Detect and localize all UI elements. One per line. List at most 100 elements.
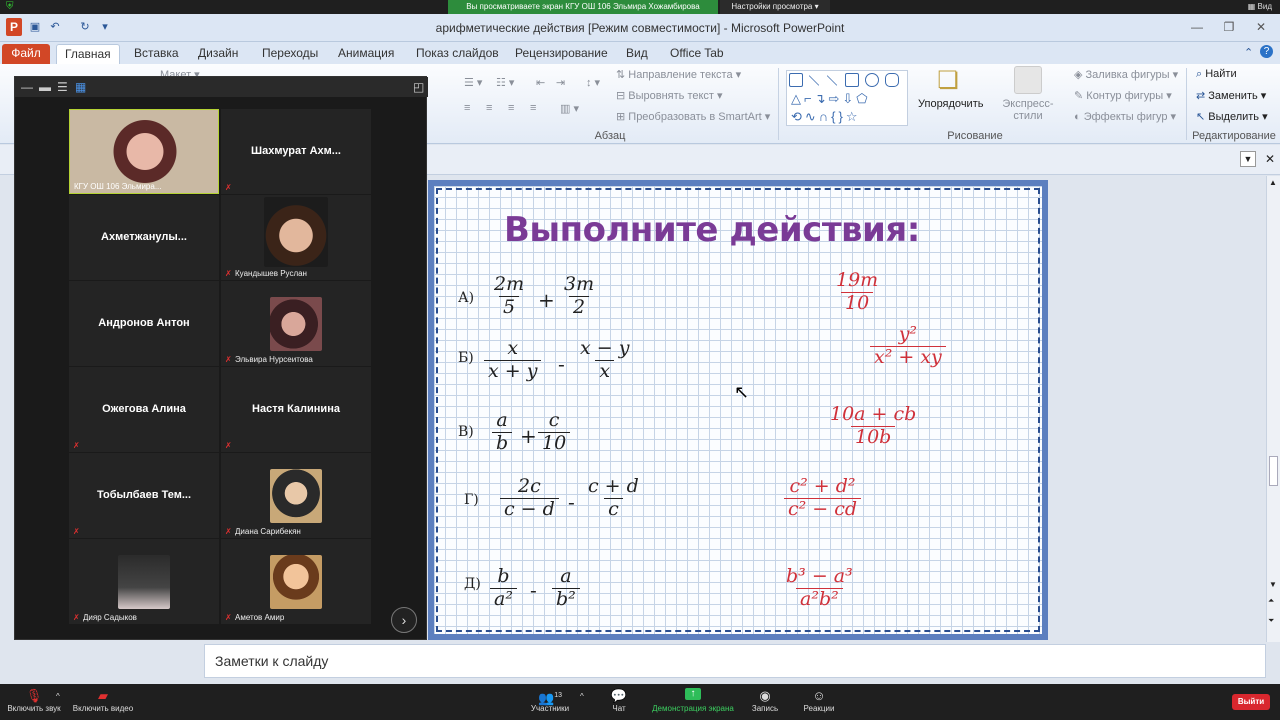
align-text-button[interactable]: ⊟ Выровнять текст ▾ xyxy=(616,89,723,102)
participant-tile[interactable]: ✗ Эльвира Нурсеитова xyxy=(221,281,371,366)
find-button[interactable]: ⌕ Найти xyxy=(1196,68,1237,81)
chat-button[interactable]: 💬 Чат xyxy=(604,688,634,713)
previous-slide-icon[interactable]: ⏶ xyxy=(1268,596,1274,606)
participant-name: Дияр Садыков xyxy=(83,613,137,622)
shape-outline-button[interactable]: ✎ Контур фигуры ▾ xyxy=(1074,89,1172,102)
tab-design[interactable]: Дизайн xyxy=(190,44,246,64)
close-document-icon[interactable]: ✕ xyxy=(1262,151,1278,167)
text-direction-button[interactable]: ⇅ Направление текста ▾ xyxy=(616,68,741,81)
muted-mic-icon: 🎙 xyxy=(25,688,43,703)
rounded-rect-shape-icon[interactable] xyxy=(885,73,899,87)
replace-button[interactable]: ⇄ Заменить ▾ xyxy=(1196,89,1266,102)
participant-video xyxy=(270,555,322,609)
participant-tile[interactable]: КГУ ОШ 106 Эльмира... xyxy=(69,109,219,194)
align-text-icon: ⊟ xyxy=(616,90,629,102)
bullets-icon[interactable]: ☰ ▾ xyxy=(464,76,482,89)
unmute-button[interactable]: 🎙 Включить звук xyxy=(4,688,64,713)
participant-tile[interactable]: Шахмурат Ахм... ✗ xyxy=(221,109,371,194)
operator: - xyxy=(568,490,575,514)
participants-button[interactable]: 👥13 Участники xyxy=(526,688,574,713)
notes-placeholder: Заметки к слайду xyxy=(215,653,329,669)
decrease-indent-icon[interactable]: ⇤ xyxy=(536,76,545,89)
close-icon[interactable]: ✕ xyxy=(1252,20,1270,36)
minimize-gallery-icon[interactable]: — xyxy=(21,80,33,94)
participant-tile[interactable]: Ожегова Алина ✗ xyxy=(69,367,219,452)
next-slide-icon[interactable]: ⏷ xyxy=(1268,616,1274,626)
select-button[interactable]: ↖ Выделить ▾ xyxy=(1196,110,1268,123)
tab-office-tab[interactable]: Office Tab xyxy=(662,44,732,64)
justify-icon[interactable]: ≡ xyxy=(530,102,536,114)
numbering-icon[interactable]: ☷ ▾ xyxy=(496,76,514,89)
minimize-icon[interactable]: — xyxy=(1188,20,1206,36)
record-button[interactable]: ◉ Запись xyxy=(748,688,782,713)
answer-fraction: y² x² + xy xyxy=(870,323,946,369)
tab-home[interactable]: Главная xyxy=(56,44,120,64)
tab-transitions[interactable]: Переходы xyxy=(254,44,326,64)
help-icon[interactable]: ? xyxy=(1260,45,1273,58)
oval-shape-icon[interactable] xyxy=(865,73,879,87)
participant-tile[interactable]: Настя Калинина ✗ xyxy=(221,367,371,452)
participants-label: Участники xyxy=(530,704,570,713)
align-left-icon[interactable]: ≡ xyxy=(464,102,470,114)
shape-fill-button[interactable]: ◈ Заливка фигуры ▾ xyxy=(1074,68,1178,81)
align-center-icon[interactable]: ≡ xyxy=(486,102,492,114)
align-right-icon[interactable]: ≡ xyxy=(508,102,514,114)
columns-icon[interactable]: ▥ ▾ xyxy=(560,102,579,115)
participant-name: Диана Сарибекян xyxy=(235,527,301,536)
tab-view[interactable]: Вид xyxy=(618,44,656,64)
audio-options-icon[interactable]: ^ xyxy=(56,692,60,701)
vertical-scrollbar[interactable]: ▲ ▼ ⏶ ⏷ xyxy=(1266,176,1280,642)
participant-tile[interactable]: ✗ Дияр Садыков xyxy=(69,539,219,624)
smartart-button[interactable]: ⊞ Преобразовать в SmartArt ▾ xyxy=(616,110,770,123)
tab-review[interactable]: Рецензирование xyxy=(507,44,616,64)
shapes-gallery[interactable]: △⌐↴⇨⇩⬠ ⟲∿∩{}☆ xyxy=(786,70,908,126)
scroll-thumb[interactable] xyxy=(1269,456,1278,486)
shapes-row-3-icon[interactable]: ⟲∿∩{}☆ xyxy=(791,109,860,125)
participant-tile[interactable]: ✗ Аметов Амир xyxy=(221,539,371,624)
collapse-ribbon-icon[interactable]: ⌃ xyxy=(1244,46,1253,59)
participant-tile[interactable]: ✗ Диана Сарибекян xyxy=(221,453,371,538)
zoom-gallery-window[interactable]: — ▬ ☰ ▦ ◰ КГУ ОШ 106 Эльмира... Шахмурат… xyxy=(14,76,428,640)
scroll-down-icon[interactable]: ▼ xyxy=(1269,580,1277,589)
shape-effects-button[interactable]: ◐ Эффекты фигур ▾ xyxy=(1074,110,1176,123)
view-settings-button[interactable]: Настройки просмотра ▾ xyxy=(720,0,830,14)
restore-icon[interactable]: ❐ xyxy=(1220,20,1238,36)
textbox-shape-icon[interactable] xyxy=(789,73,803,87)
participant-tile[interactable]: Андронов Антон xyxy=(69,281,219,366)
participant-video xyxy=(264,197,328,267)
next-page-button[interactable]: › xyxy=(391,607,417,633)
tab-list-dropdown-icon[interactable]: ▼ xyxy=(1240,151,1256,167)
numerator: a xyxy=(560,565,572,587)
arrange-button[interactable]: ❏ Упорядочить xyxy=(918,66,983,110)
tab-insert[interactable]: Вставка xyxy=(126,44,187,64)
tab-file[interactable]: Файл xyxy=(2,44,50,64)
notes-pane[interactable]: Заметки к слайду xyxy=(204,644,1266,678)
quick-styles-button[interactable]: Экспресс-стили xyxy=(988,66,1068,122)
participants-options-icon[interactable]: ^ xyxy=(580,692,584,701)
share-screen-button[interactable]: ↑ Демонстрация экрана xyxy=(648,688,738,713)
strip-view-icon[interactable]: ☰ xyxy=(57,80,68,94)
participant-tile[interactable]: ✗ Куандышев Руслан xyxy=(221,195,371,280)
shapes-row-2-icon[interactable]: △⌐↴⇨⇩⬠ xyxy=(791,91,871,107)
participant-tile[interactable]: Тобылбаев Тем... ✗ xyxy=(69,453,219,538)
view-button[interactable]: ▦ Вид xyxy=(1248,0,1272,14)
gallery-view-icon[interactable]: ▦ xyxy=(75,80,86,94)
exit-fullscreen-icon[interactable]: ◰ xyxy=(413,80,424,94)
line-shape-icon[interactable] xyxy=(808,75,820,86)
tab-slideshow[interactable]: Показ слайдов xyxy=(408,44,507,64)
single-view-icon[interactable]: ▬ xyxy=(39,80,51,94)
chevron-right-icon: › xyxy=(401,612,407,628)
scroll-up-icon[interactable]: ▲ xyxy=(1269,178,1277,187)
group-separator xyxy=(1186,68,1187,140)
line-spacing-icon[interactable]: ↕ ▾ xyxy=(586,76,600,89)
slide[interactable]: Выполните действия: А) Б) В) Г) Д) 2m 5 +… xyxy=(428,180,1048,640)
exit-meeting-button[interactable]: Выйти xyxy=(1232,694,1270,710)
reactions-button[interactable]: ☺ Реакции xyxy=(800,688,838,713)
tab-animation[interactable]: Анимация xyxy=(330,44,402,64)
rectangle-shape-icon[interactable] xyxy=(845,73,859,87)
participant-tile[interactable]: Ахметжанулы... xyxy=(69,195,219,280)
increase-indent-icon[interactable]: ⇥ xyxy=(556,76,565,89)
muted-mic-icon: ✗ xyxy=(225,183,232,192)
start-video-button[interactable]: ▰ Включить видео xyxy=(70,688,136,713)
arrow-line-shape-icon[interactable] xyxy=(826,75,838,86)
